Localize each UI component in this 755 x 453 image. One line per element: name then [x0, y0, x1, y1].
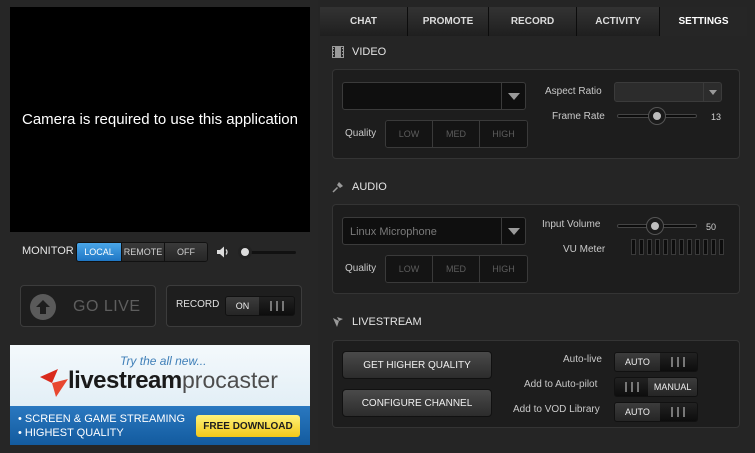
upload-arrow-icon [30, 294, 56, 320]
audio-quality-med[interactable]: MED [433, 256, 480, 282]
grip-icon [659, 403, 697, 421]
audio-quality-high[interactable]: HIGH [480, 256, 527, 282]
video-quality-high[interactable]: HIGH [480, 121, 527, 147]
ad-product: procaster [182, 367, 278, 393]
auto-pilot-label: Add to Auto-pilot [524, 379, 598, 390]
camera-select[interactable] [342, 82, 526, 110]
audio-quality-label: Quality [345, 263, 377, 274]
video-quality-selector: LOW MED HIGH [385, 120, 528, 148]
dropdown-arrow-icon [501, 218, 525, 244]
video-quality-med[interactable]: MED [433, 121, 480, 147]
audio-section-header: AUDIO [332, 181, 387, 193]
video-section-title: VIDEO [352, 46, 387, 58]
frame-rate-label: Frame Rate [552, 111, 605, 122]
monitor-local-button[interactable]: LOCAL [77, 243, 122, 261]
tab-bar: CHAT PROMOTE RECORD ACTIVITY SETTINGS [320, 7, 747, 36]
monitor-remote-button[interactable]: REMOTE [122, 243, 165, 261]
camera-required-message: Camera is required to use this applicati… [22, 111, 298, 128]
vod-library-label: Add to VOD Library [513, 404, 600, 415]
tab-chat[interactable]: CHAT [320, 7, 408, 36]
livestream-settings-box: GET HIGHER QUALITY CONFIGURE CHANNEL Aut… [332, 340, 740, 428]
input-volume-slider-knob[interactable] [647, 218, 663, 234]
configure-channel-button[interactable]: CONFIGURE CHANNEL [342, 389, 492, 417]
audio-section-title: AUDIO [352, 181, 387, 193]
settings-panel: CHAT PROMOTE RECORD ACTIVITY SETTINGS VI… [318, 0, 755, 453]
ad-feature: • HIGHEST QUALITY [18, 427, 124, 439]
input-volume-label: Input Volume [542, 219, 601, 230]
livestream-section-header: LIVESTREAM [332, 316, 422, 328]
monitor-volume-knob[interactable] [238, 245, 252, 259]
monitor-row: MONITOR LOCAL REMOTE OFF [10, 240, 310, 264]
microphone-select-value: Linux Microphone [350, 226, 437, 238]
go-live-label: GO LIVE [73, 298, 141, 315]
ad-feature: • SCREEN & GAME STREAMING [18, 413, 186, 425]
livestream-logo-icon [333, 317, 343, 327]
auto-pilot-state: MANUAL [648, 378, 697, 396]
vod-library-toggle[interactable]: AUTO [614, 402, 698, 422]
get-higher-quality-button[interactable]: GET HIGHER QUALITY [342, 351, 492, 379]
auto-pilot-toggle[interactable]: MANUAL [614, 377, 698, 397]
grip-icon [615, 378, 649, 396]
speaker-icon [217, 246, 228, 258]
dropdown-arrow-icon [501, 83, 525, 109]
video-settings-box: Quality LOW MED HIGH Aspect Ratio Frame … [332, 69, 740, 159]
tab-settings[interactable]: SETTINGS [660, 7, 747, 36]
tab-record[interactable]: RECORD [489, 7, 577, 36]
go-live-button[interactable]: GO LIVE [20, 285, 156, 327]
record-toggle[interactable]: ON [225, 296, 295, 316]
grip-icon [259, 297, 294, 315]
vod-library-state: AUTO [615, 403, 660, 421]
microphone-select[interactable]: Linux Microphone [342, 217, 526, 245]
monitor-label: MONITOR [22, 245, 74, 257]
ad-tagline: Try the all new... [120, 354, 207, 368]
aspect-ratio-label: Aspect Ratio [545, 86, 602, 97]
record-panel: RECORD ON [166, 285, 302, 327]
auto-live-label: Auto-live [563, 354, 602, 365]
audio-quality-selector: LOW MED HIGH [385, 255, 528, 283]
aspect-ratio-select[interactable] [614, 82, 722, 102]
video-section-header: VIDEO [332, 46, 386, 58]
dropdown-arrow-icon [703, 83, 721, 101]
vu-meter-label: VU Meter [563, 244, 606, 255]
video-quality-low[interactable]: LOW [386, 121, 433, 147]
procaster-ad-banner[interactable]: Try the all new... livestream procaster … [10, 345, 310, 445]
tab-promote[interactable]: PROMOTE [408, 7, 489, 36]
record-label: RECORD [176, 299, 220, 310]
livestream-section-title: LIVESTREAM [352, 316, 422, 328]
monitor-off-button[interactable]: OFF [165, 243, 207, 261]
auto-live-toggle[interactable]: AUTO [614, 352, 698, 372]
vu-meter [631, 239, 724, 255]
audio-quality-low[interactable]: LOW [386, 256, 433, 282]
frame-rate-slider-knob[interactable] [649, 108, 665, 124]
livestream-logo-icon [40, 369, 68, 397]
film-icon [332, 46, 344, 58]
free-download-button[interactable]: FREE DOWNLOAD [196, 415, 300, 437]
monitor-mode-selector: LOCAL REMOTE OFF [76, 242, 208, 262]
grip-icon [659, 353, 697, 371]
video-quality-label: Quality [345, 128, 377, 139]
auto-live-state: AUTO [615, 353, 660, 371]
tab-activity[interactable]: ACTIVITY [577, 7, 660, 36]
video-preview: Camera is required to use this applicati… [10, 7, 310, 232]
audio-settings-box: Linux Microphone Quality LOW MED HIGH In… [332, 204, 740, 294]
frame-rate-value: 13 [711, 112, 722, 122]
ad-brand: livestream [68, 367, 182, 394]
left-panel: Camera is required to use this applicati… [0, 0, 318, 453]
input-volume-value: 50 [706, 222, 717, 232]
record-toggle-state: ON [226, 297, 260, 315]
microphone-icon [332, 182, 343, 193]
